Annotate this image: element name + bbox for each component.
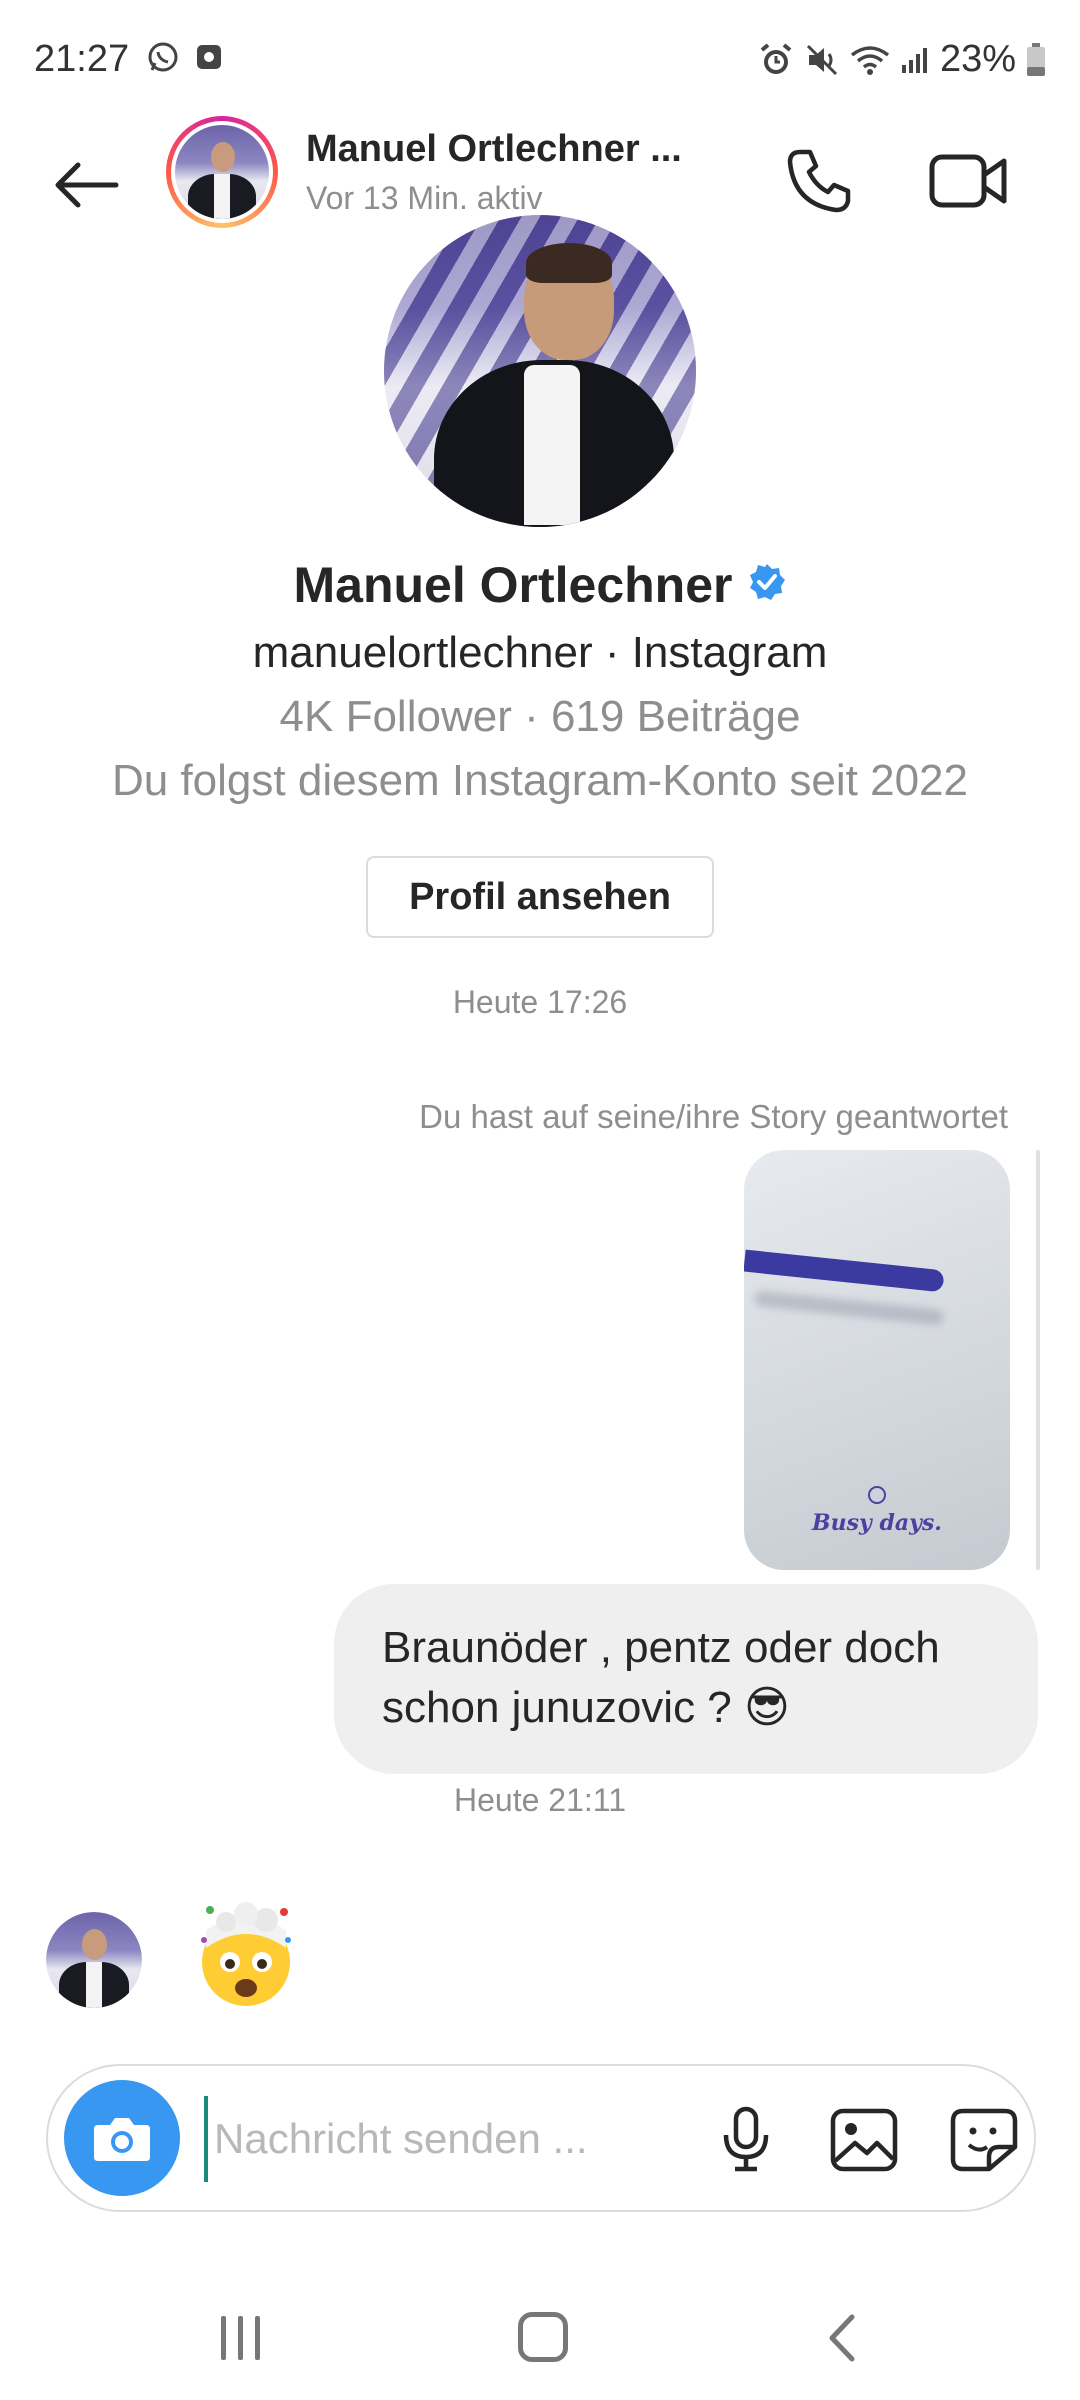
alarm-icon [758, 42, 794, 78]
voice-call-button[interactable] [774, 136, 864, 226]
back-button[interactable] [40, 140, 130, 230]
message-input[interactable] [204, 2096, 694, 2182]
story-reply-bar [1036, 1150, 1040, 1570]
profile-handle: manuelortlechner · Instagram [252, 628, 828, 677]
header-activity: Vor 13 Min. aktiv [306, 180, 543, 216]
battery-icon [1026, 42, 1046, 77]
image-icon [830, 2108, 898, 2172]
chevron-left-icon [829, 2314, 855, 2362]
gallery-button[interactable] [824, 2102, 904, 2178]
microphone-icon [723, 2106, 769, 2172]
recent-apps-button[interactable] [210, 2316, 270, 2366]
story-reply-note: Du hast auf seine/ihre Story geantwortet [419, 1098, 1008, 1135]
whatsapp-icon [146, 40, 180, 79]
status-right: 23% [758, 38, 1046, 81]
system-nav-bar [0, 2280, 1080, 2400]
nav-back-button[interactable] [812, 2308, 872, 2368]
timestamp: Heute 17:26 [452, 984, 628, 1020]
profile-stats: 4K Follower · 619 Beiträge [279, 692, 801, 741]
profile-picture[interactable] [384, 215, 696, 527]
camera-icon [94, 2118, 150, 2161]
sticker-icon [950, 2108, 1018, 2172]
profile-name-text: Manuel Ortlechner [293, 557, 733, 613]
phone-icon [787, 149, 851, 213]
status-bar: 21:27 23% [0, 0, 1080, 120]
sender-avatar[interactable] [46, 1912, 142, 2008]
profile-name: Manuel Ortlechner [0, 556, 1080, 614]
battery-percent: 23% [939, 38, 1016, 80]
status-time: 21:27 [34, 38, 130, 80]
message-composer [46, 2064, 1036, 2212]
video-camera-icon [929, 154, 1007, 208]
signal-icon [900, 45, 930, 75]
video-call-button[interactable] [918, 136, 1018, 226]
header-name[interactable]: Manuel Ortlechner ... [306, 128, 682, 171]
mute-icon [804, 42, 840, 78]
arrow-left-icon [55, 162, 119, 208]
timestamp: Heute 21:11 [454, 1782, 626, 1818]
story-caption: Busy days. [812, 1510, 942, 1536]
incoming-emoji-message[interactable]: 🤯 [196, 1900, 296, 2010]
story-thumbnail[interactable]: Busy days. [744, 1150, 1010, 1570]
voice-message-button[interactable] [708, 2102, 784, 2178]
sticker-button[interactable] [944, 2102, 1024, 2178]
wifi-icon [850, 43, 890, 77]
header-avatar[interactable] [166, 116, 278, 228]
home-button[interactable] [518, 2312, 568, 2362]
verified-badge-icon [747, 556, 787, 614]
status-left-icons [146, 40, 224, 79]
outgoing-message[interactable]: Braunöder , pentz oder doch schon junuzo… [334, 1584, 1038, 1774]
notification-icon [194, 42, 224, 77]
camera-button[interactable] [64, 2080, 180, 2196]
view-profile-button[interactable]: Profil ansehen [366, 856, 714, 938]
club-logo-icon [868, 1486, 886, 1504]
profile-follow-note: Du folgst diesem Instagram-Konto seit 20… [111, 756, 968, 805]
